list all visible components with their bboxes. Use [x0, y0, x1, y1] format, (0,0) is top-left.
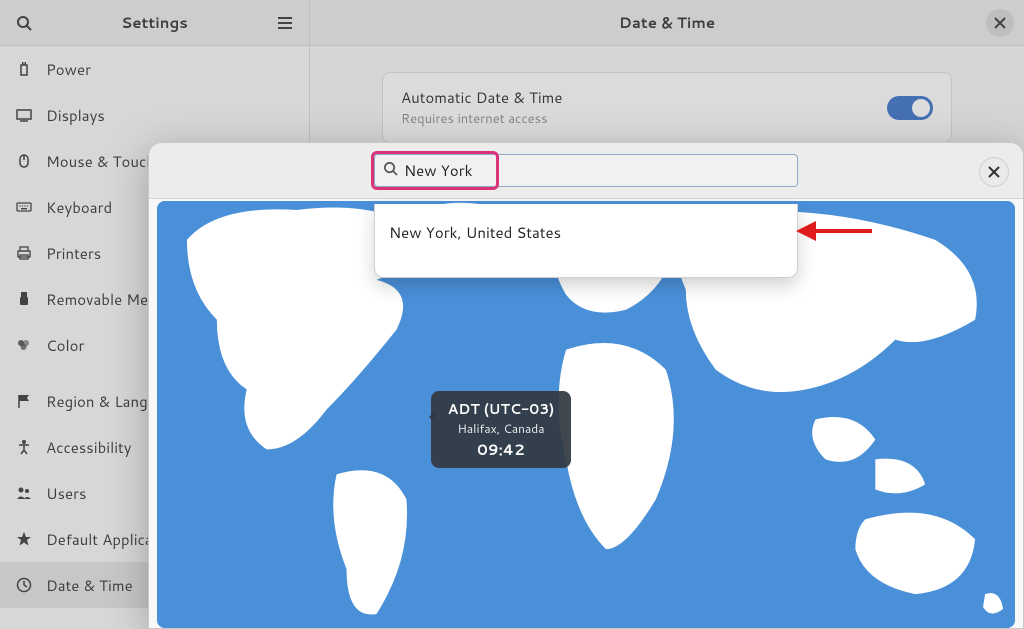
tooltip-tz: ADT (UTC-03)	[445, 399, 557, 419]
tooltip-location: Halifax, Canada	[445, 420, 557, 437]
dialog-header: New York, United States	[149, 143, 1023, 199]
search-result-item[interactable]: New York, United States	[375, 214, 797, 251]
dialog-close-button[interactable]	[979, 157, 1009, 187]
search-results-dropdown: New York, United States	[374, 204, 798, 278]
tooltip-time: 09:42	[445, 439, 557, 460]
timezone-search-box[interactable]	[374, 154, 798, 187]
arrow-annotation	[794, 218, 874, 250]
search-icon	[383, 159, 398, 182]
timezone-tooltip: ADT (UTC-03) Halifax, Canada 09:42	[431, 391, 571, 468]
timezone-dialog: New York, United States	[148, 142, 1024, 629]
timezone-search-input[interactable]	[404, 160, 789, 181]
